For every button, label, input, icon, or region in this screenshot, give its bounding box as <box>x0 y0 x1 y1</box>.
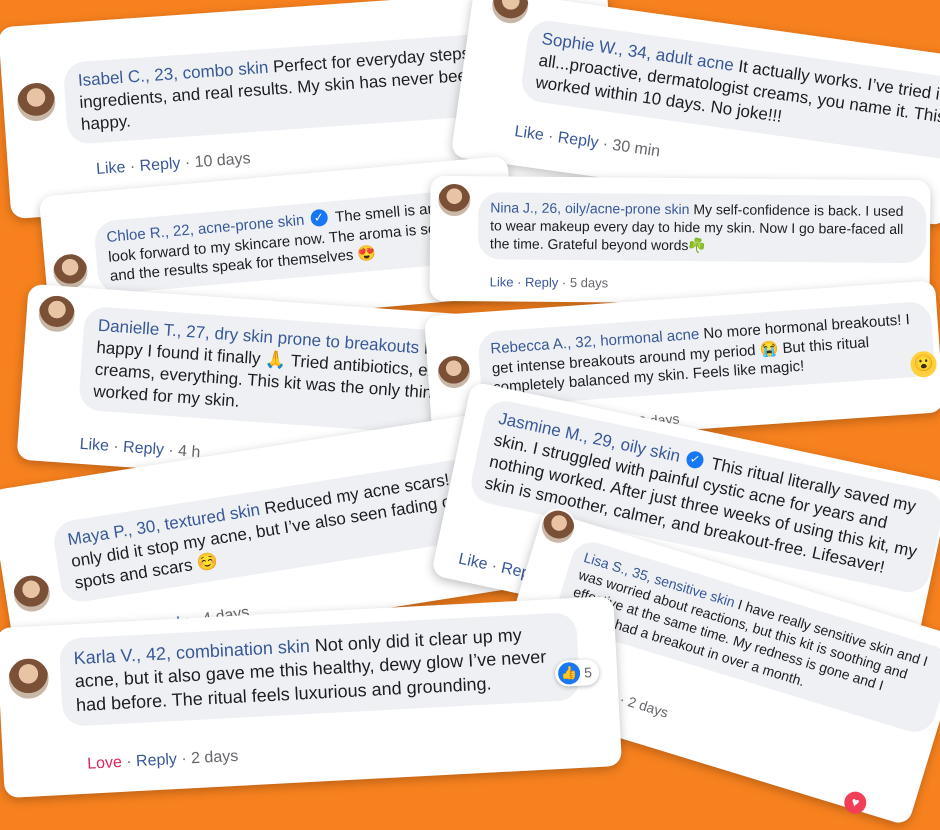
like-link[interactable]: Like <box>490 274 514 289</box>
avatar <box>434 352 474 392</box>
like-link[interactable]: Like <box>513 123 544 144</box>
comment-text: Not only did it clear up my acne, but it… <box>74 624 547 715</box>
timestamp: 30 min <box>611 136 662 161</box>
reply-link[interactable]: Reply <box>525 275 558 290</box>
reply-link[interactable]: Reply <box>123 439 165 459</box>
reply-link[interactable]: Reply <box>139 155 181 175</box>
avatar <box>487 0 533 28</box>
reaction-count: 5 <box>583 664 593 681</box>
like-link[interactable]: Like <box>457 551 489 574</box>
love-link[interactable]: Love <box>87 754 123 773</box>
avatar <box>13 79 59 125</box>
verified-badge-icon: ✓ <box>309 208 329 228</box>
comment-actions: Like · Reply · 30 min <box>513 123 662 161</box>
like-link[interactable]: Like <box>96 159 126 178</box>
comment-text: No more hormonal breakouts! I get intens… <box>491 311 911 397</box>
heart-icon[interactable]: ♥ <box>841 788 870 817</box>
avatar <box>436 181 473 219</box>
comment-actions: Love · Reply · 2 days <box>86 747 239 773</box>
avatar <box>5 655 52 702</box>
timestamp: 2 days <box>190 747 239 768</box>
comment-text: It actually works. I’ve tried it all...p… <box>534 50 940 127</box>
comment-actions: Like · Reply · 10 days <box>95 150 252 178</box>
verified-badge-icon: ✓ <box>684 449 705 470</box>
avatar <box>8 570 55 617</box>
like-link[interactable]: Like <box>79 436 109 455</box>
comment-bubble: Karla V., 42, combination skin Not only … <box>58 611 581 728</box>
comment-bubble: Rebecca A., 32, hormonal acne No more ho… <box>477 300 936 407</box>
commenter-name[interactable]: Nina J., 26, oily/acne-prone skin <box>490 199 689 217</box>
wow-reaction-icon: 😮 <box>909 350 938 379</box>
comment-card-karla: Karla V., 42, combination skin Not only … <box>0 595 623 799</box>
timestamp: 10 days <box>194 150 252 172</box>
reply-link[interactable]: Reply <box>557 129 600 152</box>
timestamp: 2 days <box>626 693 671 721</box>
reaction-summary[interactable]: 👍 5 <box>554 658 600 688</box>
thumbs-up-icon: 👍 <box>557 661 581 685</box>
timestamp: 5 days <box>569 275 609 291</box>
comment-actions: Like · Reply · 5 days <box>489 274 609 291</box>
reply-link[interactable]: Reply <box>136 751 178 770</box>
comment-actions: Like · Reply · 4 h <box>79 435 201 462</box>
comment-bubble: Nina J., 26, oily/acne-prone skin My sel… <box>477 192 927 263</box>
avatar <box>35 292 79 336</box>
